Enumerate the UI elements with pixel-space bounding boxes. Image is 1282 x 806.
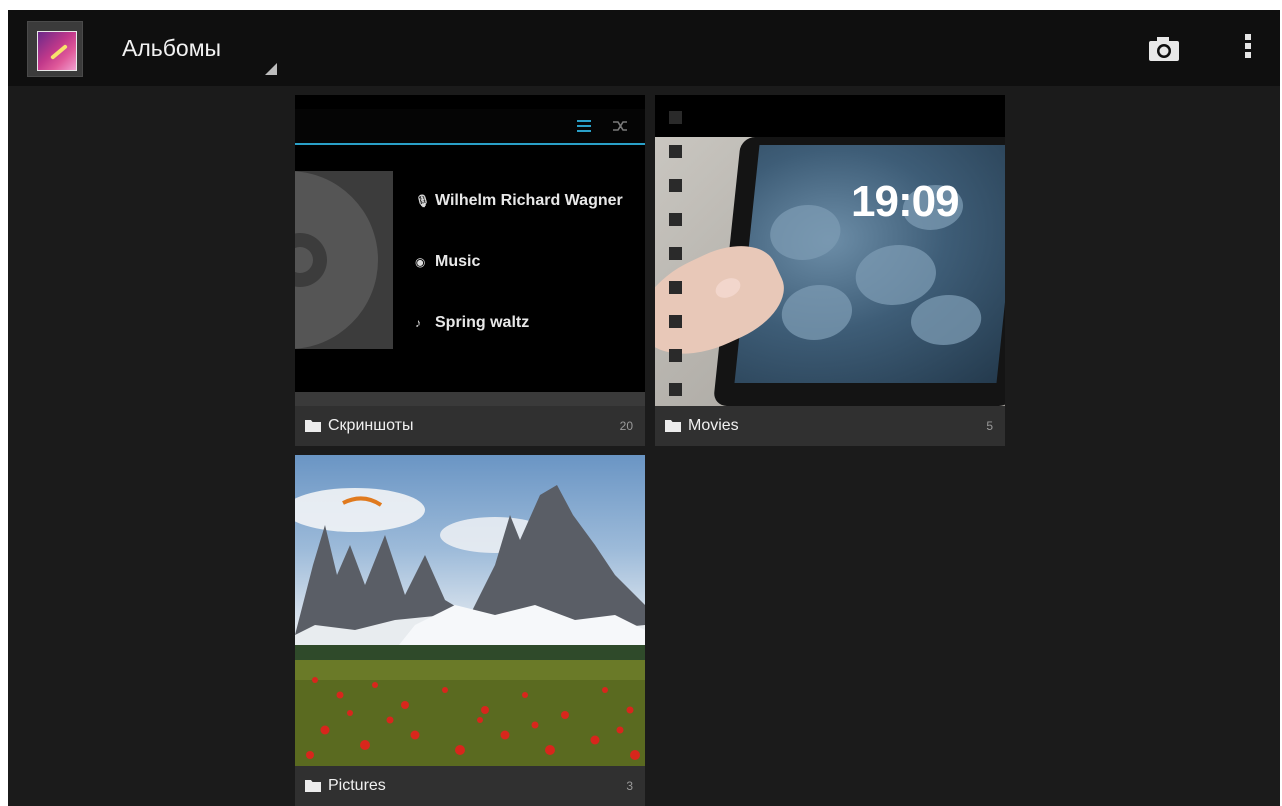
album-caption: Скриншоты 20	[295, 406, 645, 446]
clock-text: 19:09	[851, 177, 960, 226]
list-item: ♪ Spring waltz	[415, 314, 530, 331]
album-caption: Pictures 3	[295, 766, 645, 806]
album-name: Скриншоты	[328, 417, 414, 434]
album-count: 20	[619, 419, 633, 433]
album-caption: Movies 5	[655, 406, 1005, 446]
album-tile-pictures[interactable]: Pictures 3	[295, 455, 645, 806]
album-count: 3	[626, 779, 633, 793]
album-count: 5	[986, 419, 993, 433]
album-thumbnail	[295, 455, 645, 766]
gallery-screen: Альбомы 🎙 Wilhelm Richard Wagner ◉ Music…	[8, 10, 1280, 806]
album-tile-movies[interactable]: 19:09 Movies 5	[655, 95, 1005, 446]
album-art	[295, 171, 393, 349]
album-icon: ◉	[415, 255, 426, 269]
list-icon	[577, 120, 591, 132]
list-item: 🎙 Wilhelm Richard Wagner	[415, 192, 623, 209]
album-name: Movies	[688, 417, 739, 434]
folder-icon	[305, 420, 321, 432]
camera-icon[interactable]	[1147, 33, 1181, 63]
landscape-image	[295, 485, 645, 766]
action-bar: Альбомы	[8, 10, 1280, 86]
album-name: Pictures	[328, 777, 386, 794]
list-item: ◉ Music	[415, 253, 481, 270]
album-thumbnail: 19:09	[655, 95, 1005, 406]
shuffle-icon	[613, 121, 627, 131]
microphone-icon: 🎙	[415, 194, 431, 208]
album-tile-screenshots[interactable]: 🎙 Wilhelm Richard Wagner ◉ Music ♪ Spring w…	[295, 95, 645, 446]
folder-icon	[665, 420, 681, 432]
spinner-indicator-icon	[265, 63, 277, 75]
folder-icon	[305, 780, 321, 792]
music-note-icon: ♪	[415, 316, 421, 330]
album-spinner-title[interactable]: Альбомы	[122, 35, 221, 62]
album-thumbnail: 🎙 Wilhelm Richard Wagner ◉ Music ♪ Spring w…	[295, 95, 645, 406]
gallery-icon[interactable]	[27, 21, 83, 77]
overflow-menu-icon[interactable]	[1243, 34, 1253, 64]
